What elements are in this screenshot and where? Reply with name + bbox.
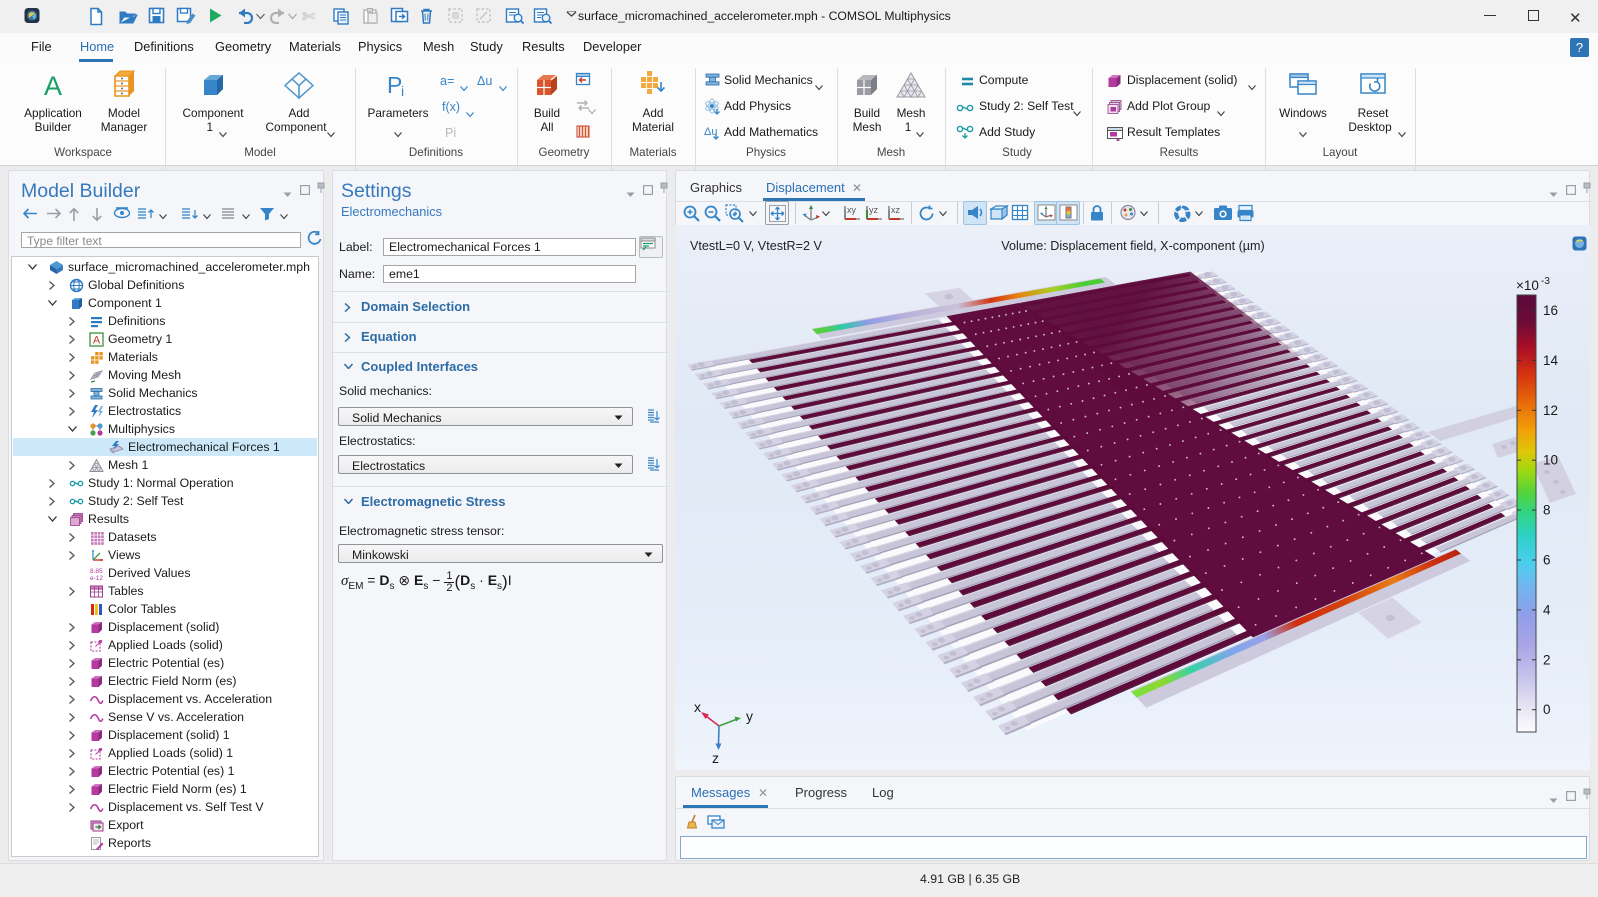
svg-text:A: A <box>93 334 101 346</box>
svg-text:8: 8 <box>1543 503 1551 518</box>
svg-text:Volume: Displacement field, X-: Volume: Displacement field, X-component … <box>1001 239 1264 253</box>
svg-text:8.85: 8.85 <box>90 568 103 575</box>
svg-text:xy: xy <box>847 205 857 215</box>
svg-text:4: 4 <box>1543 602 1551 617</box>
svg-text:✄: ✄ <box>302 9 316 25</box>
svg-text:yz: yz <box>869 205 879 215</box>
svg-text:12: 12 <box>1543 403 1558 418</box>
svg-text:i: i <box>401 83 404 98</box>
svg-text:e-12: e-12 <box>90 575 103 581</box>
svg-text:6: 6 <box>1543 553 1551 568</box>
svg-text:VtestL=0 V, VtestR=2 V: VtestL=0 V, VtestR=2 V <box>690 239 822 253</box>
svg-text:xz: xz <box>891 205 901 215</box>
svg-text:0: 0 <box>1543 702 1551 717</box>
svg-text:z: z <box>712 750 719 766</box>
svg-text:x: x <box>694 699 701 715</box>
svg-text:-3: -3 <box>1541 276 1550 287</box>
svg-text:2: 2 <box>1543 652 1551 667</box>
svg-text:16: 16 <box>1543 303 1558 318</box>
svg-text:14: 14 <box>1543 353 1559 368</box>
svg-text:10: 10 <box>1543 453 1558 468</box>
svg-text:y: y <box>746 708 753 724</box>
svg-text:×10: ×10 <box>1516 278 1539 293</box>
svg-text:A: A <box>44 72 62 98</box>
